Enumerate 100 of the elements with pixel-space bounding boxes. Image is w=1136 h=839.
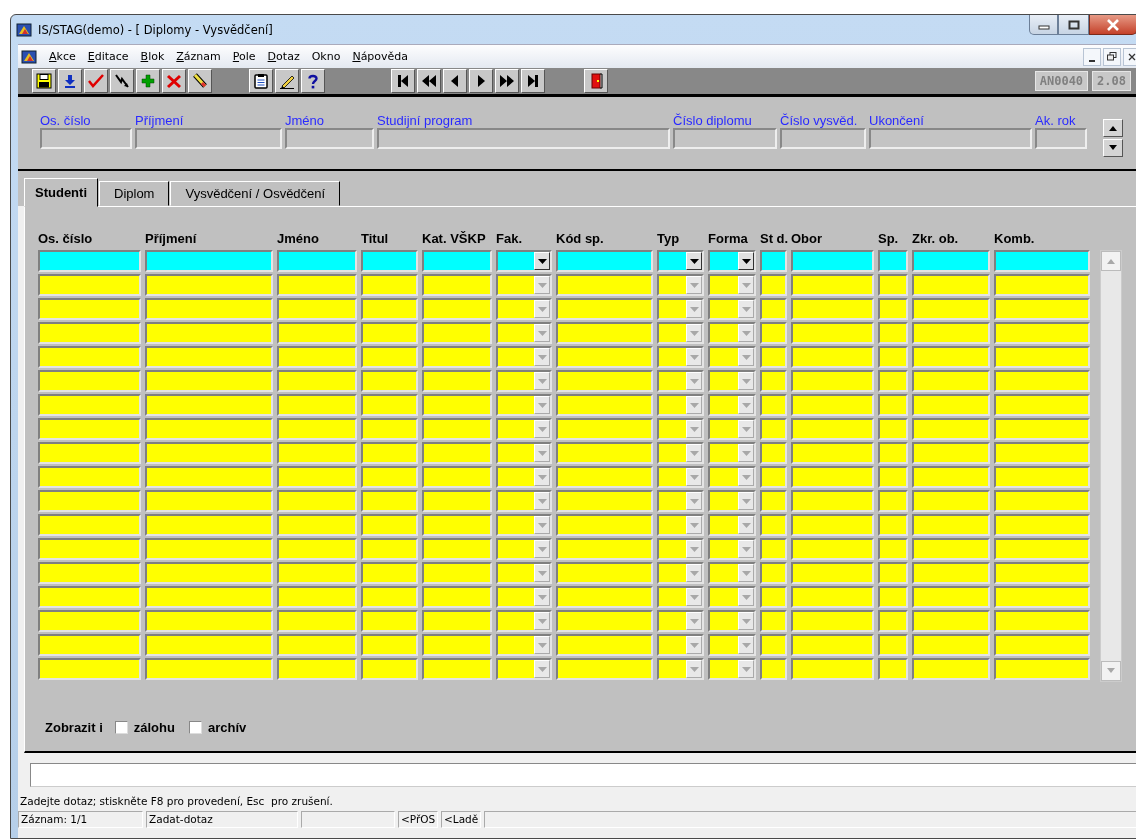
input-field[interactable] bbox=[791, 514, 874, 536]
input-field[interactable] bbox=[145, 298, 273, 320]
input-field[interactable] bbox=[38, 346, 141, 368]
menu-item[interactable]: Pole bbox=[226, 50, 262, 63]
input-field[interactable] bbox=[994, 466, 1090, 488]
dropdown-field[interactable] bbox=[496, 562, 552, 584]
input-field[interactable] bbox=[760, 514, 787, 536]
input-field[interactable] bbox=[361, 658, 418, 680]
input-field[interactable] bbox=[277, 274, 357, 296]
input-field[interactable] bbox=[912, 418, 990, 440]
dropdown-field[interactable] bbox=[657, 562, 704, 584]
input-field[interactable] bbox=[361, 346, 418, 368]
dropdown-field[interactable] bbox=[496, 418, 552, 440]
dropdown-field[interactable] bbox=[708, 394, 756, 416]
input-field[interactable] bbox=[760, 346, 787, 368]
input-field[interactable] bbox=[994, 610, 1090, 632]
dropdown-field[interactable] bbox=[657, 298, 704, 320]
input-field[interactable] bbox=[556, 250, 653, 272]
dropdown-field[interactable] bbox=[657, 490, 704, 512]
input-field[interactable] bbox=[556, 322, 653, 344]
input-field[interactable] bbox=[422, 514, 492, 536]
input-field[interactable] bbox=[791, 346, 874, 368]
dropdown-field[interactable] bbox=[496, 514, 552, 536]
input-field[interactable] bbox=[556, 586, 653, 608]
exit-button[interactable] bbox=[584, 69, 608, 93]
input-field[interactable] bbox=[361, 586, 418, 608]
input-field[interactable] bbox=[422, 370, 492, 392]
input-field[interactable] bbox=[791, 322, 874, 344]
input-field[interactable] bbox=[556, 490, 653, 512]
input-field[interactable] bbox=[556, 658, 653, 680]
dropdown-field[interactable] bbox=[708, 586, 756, 608]
dropdown-field[interactable] bbox=[708, 346, 756, 368]
dropdown-field[interactable] bbox=[708, 274, 756, 296]
close-button[interactable] bbox=[1123, 47, 1136, 66]
input-field[interactable] bbox=[361, 274, 418, 296]
input-field[interactable] bbox=[791, 394, 874, 416]
input-field[interactable] bbox=[878, 250, 908, 272]
tab[interactable]: Vysvědčení / Osvědčení bbox=[170, 181, 341, 206]
input-field[interactable] bbox=[361, 370, 418, 392]
dropdown-field[interactable] bbox=[657, 274, 704, 296]
input-field[interactable] bbox=[791, 586, 874, 608]
next-record-button[interactable] bbox=[469, 69, 493, 93]
input-field[interactable] bbox=[673, 128, 777, 149]
input-field[interactable] bbox=[422, 610, 492, 632]
input-field[interactable] bbox=[145, 322, 273, 344]
input-field[interactable] bbox=[912, 322, 990, 344]
dropdown-field[interactable] bbox=[496, 538, 552, 560]
scroll-up-button[interactable] bbox=[1103, 119, 1123, 137]
input-field[interactable] bbox=[145, 394, 273, 416]
input-field[interactable] bbox=[994, 346, 1090, 368]
input-field[interactable] bbox=[994, 274, 1090, 296]
tab[interactable]: Diplom bbox=[99, 181, 170, 206]
input-field[interactable] bbox=[912, 274, 990, 296]
input-field[interactable] bbox=[878, 562, 908, 584]
input-field[interactable] bbox=[760, 538, 787, 560]
menu-item[interactable]: Okno bbox=[305, 50, 347, 63]
input-field[interactable] bbox=[912, 610, 990, 632]
input-field[interactable] bbox=[135, 128, 282, 149]
input-field[interactable] bbox=[38, 490, 141, 512]
menu-item[interactable]: Dotaz bbox=[261, 50, 306, 63]
input-field[interactable] bbox=[869, 128, 1032, 149]
input-field[interactable] bbox=[277, 442, 357, 464]
clear-button[interactable] bbox=[188, 69, 212, 93]
input-field[interactable] bbox=[145, 274, 273, 296]
input-field[interactable] bbox=[361, 250, 418, 272]
input-field[interactable] bbox=[760, 394, 787, 416]
dropdown-field[interactable] bbox=[708, 250, 756, 272]
close-button[interactable] bbox=[1089, 15, 1136, 35]
dropdown-field[interactable] bbox=[708, 658, 756, 680]
previous-record-button[interactable] bbox=[443, 69, 467, 93]
dropdown-field[interactable] bbox=[708, 466, 756, 488]
input-field[interactable] bbox=[38, 298, 141, 320]
input-field[interactable] bbox=[38, 586, 141, 608]
dropdown-field[interactable] bbox=[496, 490, 552, 512]
input-field[interactable] bbox=[277, 562, 357, 584]
dropdown-field[interactable] bbox=[657, 418, 704, 440]
dropdown-field[interactable] bbox=[708, 538, 756, 560]
input-field[interactable] bbox=[277, 250, 357, 272]
dropdown-field[interactable] bbox=[496, 394, 552, 416]
input-field[interactable] bbox=[38, 418, 141, 440]
input-field[interactable] bbox=[361, 538, 418, 560]
input-field[interactable] bbox=[277, 370, 357, 392]
dropdown-field[interactable] bbox=[708, 562, 756, 584]
input-field[interactable] bbox=[556, 274, 653, 296]
input-field[interactable] bbox=[145, 250, 273, 272]
input-field[interactable] bbox=[422, 634, 492, 656]
input-field[interactable] bbox=[912, 634, 990, 656]
input-field[interactable] bbox=[422, 490, 492, 512]
dropdown-field[interactable] bbox=[657, 538, 704, 560]
input-field[interactable] bbox=[780, 128, 866, 149]
input-field[interactable] bbox=[277, 298, 357, 320]
input-field[interactable] bbox=[145, 370, 273, 392]
checkbox[interactable] bbox=[114, 721, 128, 734]
input-field[interactable] bbox=[422, 322, 492, 344]
input-field[interactable] bbox=[277, 658, 357, 680]
input-field[interactable] bbox=[38, 538, 141, 560]
dropdown-field[interactable] bbox=[657, 634, 704, 656]
input-field[interactable] bbox=[760, 610, 787, 632]
input-field[interactable] bbox=[994, 490, 1090, 512]
input-field[interactable] bbox=[145, 634, 273, 656]
